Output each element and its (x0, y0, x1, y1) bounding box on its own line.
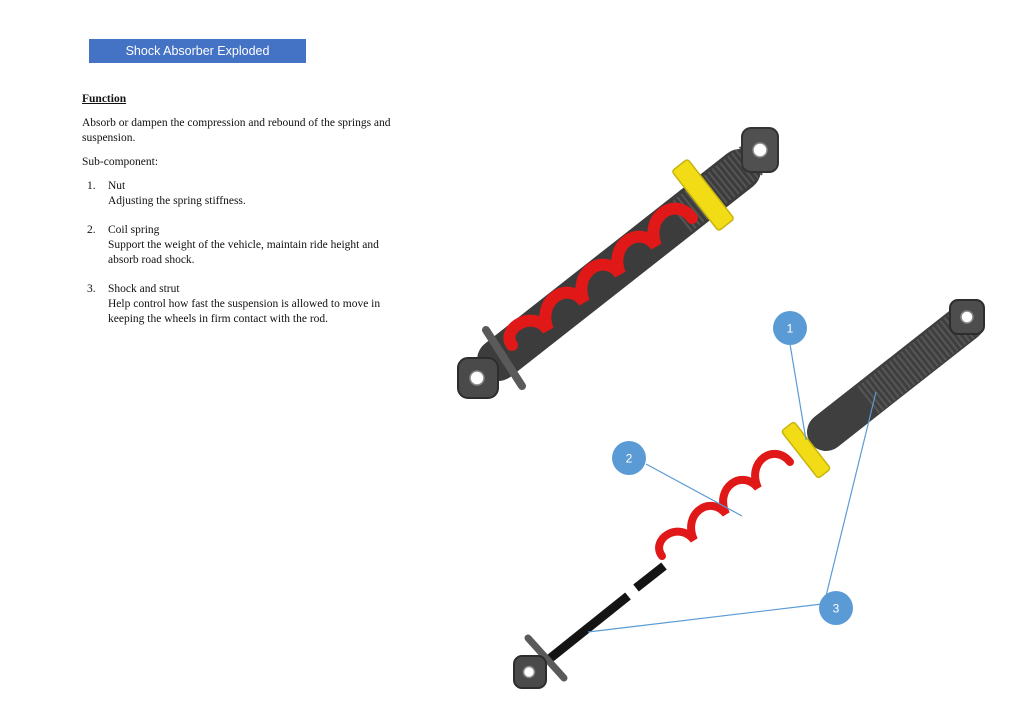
callout-1-label: 1 (787, 322, 794, 336)
callout-3-label: 3 (833, 602, 840, 616)
exploded-rod-lower (545, 592, 631, 664)
exploded-rod-upper (633, 562, 667, 592)
exploded-coil-spring (655, 449, 794, 560)
callout-1: 1 (773, 311, 807, 345)
callout-2-label: 2 (626, 452, 633, 466)
exploded-top-eyelet-hole (960, 310, 974, 324)
leader-line-3a (587, 603, 823, 633)
assembled-bottom-eyelet-hole (469, 370, 485, 386)
callout-2: 2 (612, 441, 646, 475)
assembled-shock-absorber (457, 127, 779, 399)
assembled-top-eyelet-hole (752, 142, 768, 158)
shock-absorber-diagram: 1 2 3 (457, 127, 985, 689)
callout-3: 3 (819, 591, 853, 625)
exploded-shock-absorber (513, 299, 985, 689)
exploded-bottom-eyelet-hole (522, 665, 536, 679)
